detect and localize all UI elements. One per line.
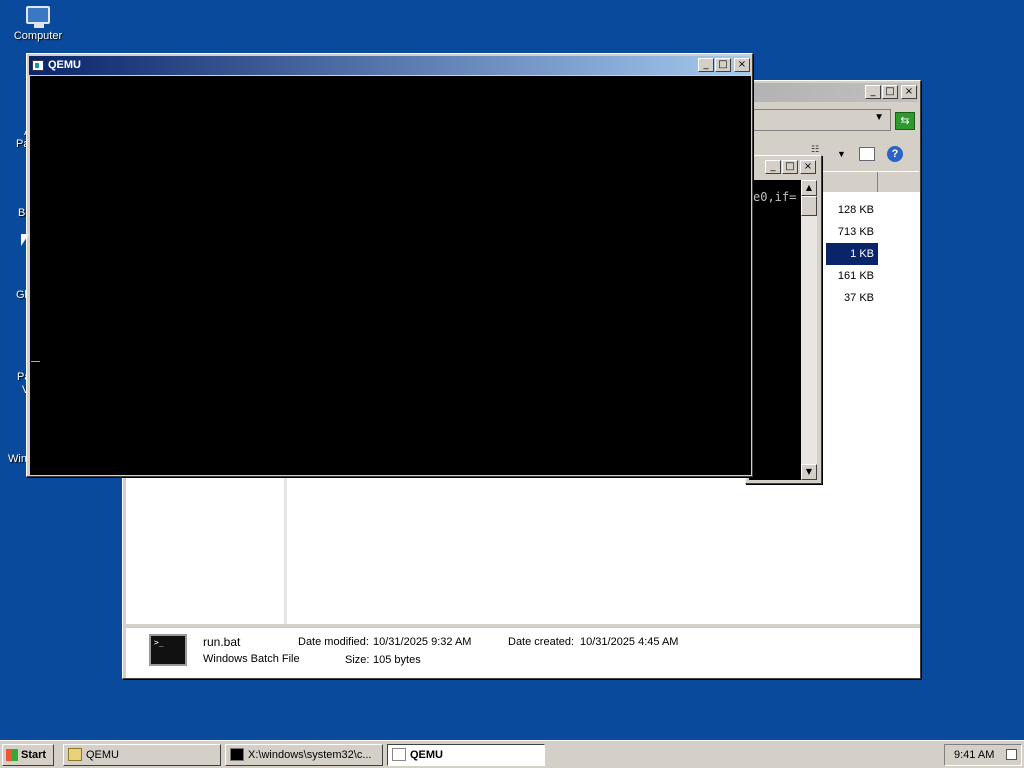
list-item-size[interactable]: 128 KB [826, 199, 878, 221]
vertical-scrollbar[interactable]: ▲ ▼ [801, 180, 817, 480]
list-item-size-selected[interactable]: 1 KB [826, 243, 878, 265]
minimize-button[interactable]: _ [765, 160, 781, 174]
taskbar-item-cmd[interactable]: X:\windows\system32\c... [225, 744, 383, 766]
address-bar[interactable]: ▼ [743, 109, 891, 131]
details-pane: >_ run.bat Windows Batch File Date modif… [126, 627, 920, 678]
chevron-down-icon[interactable]: ▼ [837, 149, 846, 159]
desktop-icon-computer[interactable]: Computer [8, 6, 68, 42]
start-label: Start [21, 749, 47, 761]
network-icon[interactable] [1006, 749, 1017, 760]
scroll-thumb[interactable] [801, 196, 817, 216]
maximize-button[interactable]: □ [782, 160, 798, 174]
list-item-size[interactable]: 37 KB [826, 287, 878, 309]
batch-file-icon: >_ [149, 634, 187, 666]
desktop-icon-label: Computer [13, 30, 63, 42]
computer-icon [26, 6, 50, 28]
date-created-value: 10/31/2025 4:45 AM [580, 636, 679, 648]
qemu-display[interactable] [30, 76, 751, 475]
file-type: Windows Batch File [203, 653, 300, 665]
chevron-down-icon[interactable]: ▼ [874, 112, 884, 123]
qemu-icon [32, 59, 44, 71]
clock[interactable]: 9:41 AM [954, 749, 994, 761]
cmd-window[interactable]: _ □ × e0,if= ▲ ▼ [745, 155, 822, 484]
date-modified-label: Date modified: [298, 636, 369, 648]
qemu-window[interactable]: QEMU _ □ × [26, 53, 753, 477]
qemu-titlebar[interactable]: QEMU [29, 56, 750, 75]
taskbar-item-label: QEMU [86, 749, 119, 761]
maximize-button[interactable]: □ [882, 85, 898, 99]
minimize-button[interactable]: _ [865, 85, 881, 99]
folder-icon [68, 748, 82, 761]
system-tray: 9:41 AM [944, 744, 1022, 766]
close-button[interactable]: × [901, 85, 917, 99]
minimize-button[interactable]: _ [698, 58, 714, 72]
view-options-icon[interactable]: ☷ [811, 144, 819, 155]
taskbar-item-qemu[interactable]: QEMU [387, 744, 545, 766]
mouse-pointer-icon [21, 234, 29, 246]
file-name: run.bat [203, 635, 241, 649]
taskbar-item-explorer[interactable]: QEMU [63, 744, 221, 766]
size-label: Size: [345, 654, 370, 666]
scroll-down-button[interactable]: ▼ [801, 464, 817, 480]
taskbar-item-label: QEMU [410, 749, 443, 761]
preview-pane-icon[interactable] [859, 147, 875, 161]
list-item-size[interactable]: 713 KB [826, 221, 878, 243]
console-area[interactable]: e0,if= [749, 180, 801, 480]
windows-logo-icon [6, 749, 18, 761]
column-header[interactable] [821, 171, 919, 193]
close-button[interactable]: × [734, 58, 750, 72]
date-created-label: Date created: [508, 636, 575, 648]
close-button[interactable]: × [800, 160, 816, 174]
scroll-up-button[interactable]: ▲ [801, 180, 817, 196]
list-item-size[interactable]: 161 KB [826, 265, 878, 287]
size-column: 128 KB 713 KB 1 KB 161 KB 37 KB [824, 199, 878, 319]
help-icon[interactable]: ? [887, 146, 903, 162]
desktop-icon-label-partial[interactable]: Win [8, 453, 27, 465]
size-value: 105 bytes [373, 654, 421, 666]
cmd-icon [230, 748, 244, 761]
window-title: QEMU [48, 59, 81, 71]
qemu-icon [392, 748, 406, 761]
start-button[interactable]: Start [2, 744, 54, 766]
console-text: e0,if= [753, 190, 797, 204]
text-cursor [31, 361, 40, 362]
taskbar-item-label: X:\windows\system32\c... [248, 749, 372, 761]
refresh-icon[interactable]: ⇆ [895, 112, 915, 130]
date-modified-value: 10/31/2025 9:32 AM [373, 636, 472, 648]
maximize-button[interactable]: □ [715, 58, 731, 72]
